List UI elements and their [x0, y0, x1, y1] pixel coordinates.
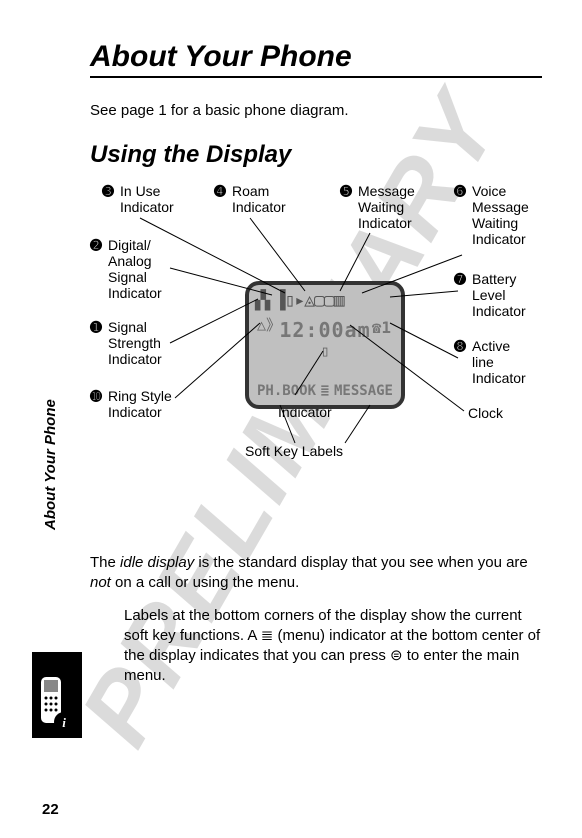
- body-paragraph-2: Labels at the bottom corners of the disp…: [90, 606, 542, 687]
- page-title: About Your Phone: [90, 40, 542, 78]
- page-number: 22: [42, 801, 59, 818]
- display-diagram: ➌ In Use Indicator ➍ Roam Indicator ➎ Me…: [90, 183, 550, 553]
- intro-text: See page 1 for a basic phone diagram.: [90, 102, 542, 119]
- phone-tip-icon: i: [32, 668, 80, 738]
- body-paragraph-1: The idle display is the standard display…: [90, 553, 542, 594]
- svg-text:i: i: [62, 715, 66, 730]
- connector-lines: [90, 183, 550, 553]
- section-heading: Using the Display: [90, 141, 542, 169]
